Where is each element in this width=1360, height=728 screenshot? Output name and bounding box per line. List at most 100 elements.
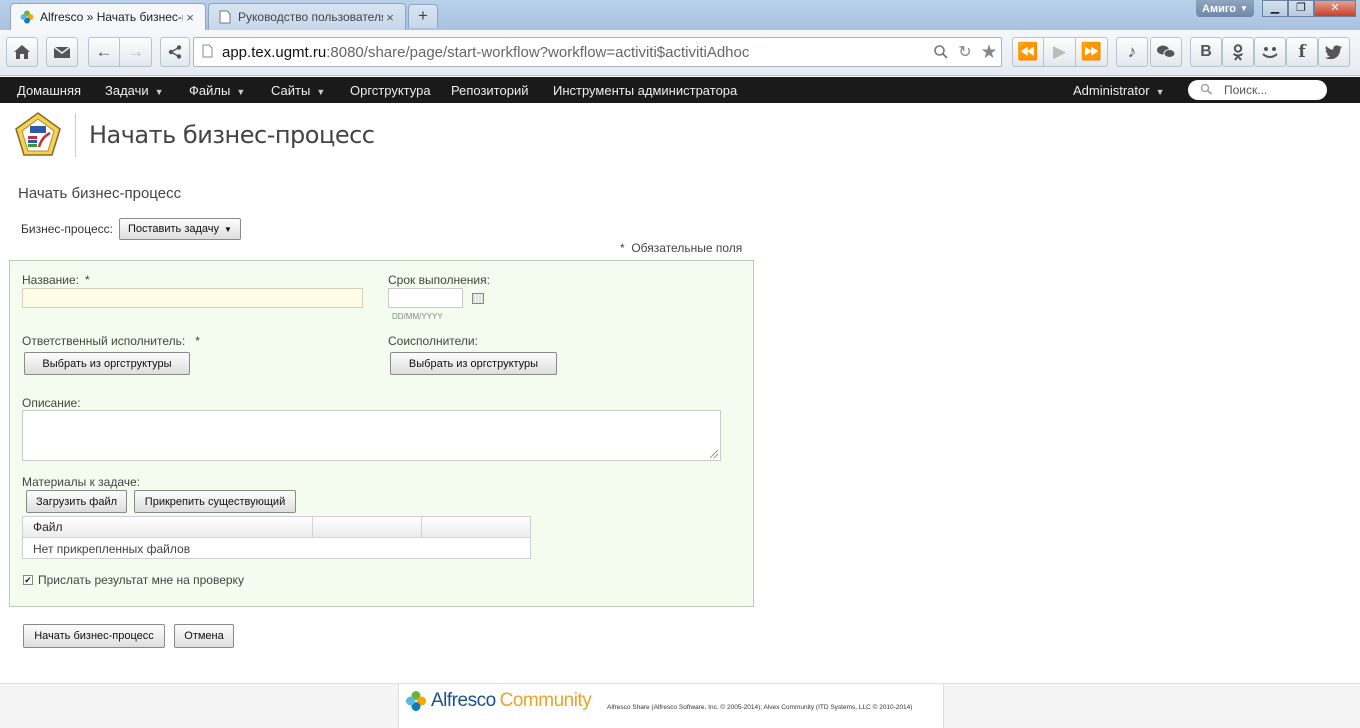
music-note-icon[interactable]: ♪ bbox=[1116, 37, 1148, 67]
nav-item-tasks[interactable]: Задачи ▼ bbox=[105, 83, 164, 98]
mail-icon[interactable] bbox=[46, 37, 78, 67]
assignee-label: Ответственный исполнитель: * bbox=[22, 334, 200, 348]
nav-label: Репозиторий bbox=[451, 83, 529, 98]
nav-item-orgstructure[interactable]: Оргструктура bbox=[350, 83, 431, 98]
footer-logo-community: Community bbox=[499, 690, 592, 711]
nav-label: Оргструктура bbox=[350, 83, 431, 98]
tab-title: Руководство пользователя bbox=[238, 10, 383, 24]
bookmark-star-icon[interactable]: ★ bbox=[977, 40, 1001, 64]
review-checkbox[interactable]: ✔ bbox=[23, 575, 33, 585]
alfresco-community-logo[interactable]: Alfresco Community bbox=[405, 690, 592, 712]
forward-arrow-icon[interactable]: → bbox=[120, 37, 152, 67]
nav-item-repository[interactable]: Репозиторий bbox=[451, 83, 528, 98]
search-input[interactable]: Поиск... bbox=[1188, 80, 1327, 100]
caret-down-icon: ▼ bbox=[236, 87, 246, 97]
profile-menu[interactable]: Амиго ▼ bbox=[1196, 0, 1254, 17]
rewind-icon[interactable]: ⏪ bbox=[1012, 37, 1044, 67]
vk-icon[interactable]: B bbox=[1190, 37, 1222, 67]
review-checkbox-label[interactable]: Прислать результат мне на проверку bbox=[38, 573, 244, 587]
chat-bubbles-icon[interactable] bbox=[1150, 37, 1182, 67]
app-nav-bar: Домашняя Задачи ▼ Файлы ▼ Сайты ▼ Оргструкт… bbox=[0, 77, 1360, 103]
workflow-type-dropdown[interactable]: Поставить задачу ▼ bbox=[118, 218, 241, 240]
coexecutors-select-button[interactable]: Выбрать из оргструктуры bbox=[390, 352, 557, 375]
resize-handle-icon[interactable] bbox=[710, 450, 718, 458]
odnoklassniki-icon[interactable] bbox=[1222, 37, 1254, 67]
user-name: Administrator bbox=[1073, 83, 1150, 98]
nav-item-sites[interactable]: Сайты ▼ bbox=[271, 83, 325, 98]
tab-close-icon[interactable]: × bbox=[183, 10, 197, 25]
coexecutors-label: Соисполнители: bbox=[388, 334, 478, 348]
browser-tab-bar: Alfresco » Начать бизнес-п × Руководство… bbox=[0, 0, 1360, 30]
workflow-selected-value: Поставить задачу bbox=[127, 223, 220, 235]
description-textarea[interactable] bbox=[22, 410, 721, 461]
start-workflow-button[interactable]: Начать бизнес-процесс bbox=[23, 624, 165, 648]
assignee-label-text: Ответственный исполнитель: bbox=[22, 334, 186, 348]
search-placeholder: Поиск... bbox=[1224, 83, 1268, 97]
column-header-file[interactable]: Файл bbox=[23, 517, 313, 537]
calendar-icon[interactable] bbox=[472, 293, 484, 304]
date-format-hint: DD/MM/YYYY bbox=[392, 312, 443, 321]
document-icon bbox=[217, 9, 233, 25]
back-arrow-icon[interactable]: ← bbox=[88, 37, 120, 67]
alfresco-favicon-icon bbox=[19, 9, 35, 25]
workflow-label: Бизнес-процесс: bbox=[21, 222, 113, 236]
home-icon[interactable] bbox=[6, 37, 38, 67]
required-mark: * bbox=[195, 334, 200, 348]
required-mark: * bbox=[84, 273, 90, 287]
play-icon[interactable]: ▶ bbox=[1044, 37, 1076, 67]
search-icon[interactable] bbox=[929, 40, 953, 64]
caret-down-icon: ▼ bbox=[316, 87, 326, 97]
description-label: Описание: bbox=[22, 396, 81, 410]
nav-item-home[interactable]: Домашняя bbox=[17, 83, 81, 98]
caret-down-icon: ▼ bbox=[154, 87, 164, 97]
nav-item-files[interactable]: Файлы ▼ bbox=[189, 83, 245, 98]
share-icon[interactable] bbox=[160, 37, 190, 67]
twitter-icon[interactable] bbox=[1318, 37, 1350, 67]
nav-label: Домашняя bbox=[17, 83, 82, 98]
restore-icon[interactable]: ❐ bbox=[1288, 0, 1314, 17]
minimize-icon[interactable]: ▁ bbox=[1262, 0, 1288, 17]
name-label-text: Название: bbox=[22, 273, 79, 287]
reload-icon[interactable]: ↻ bbox=[953, 40, 977, 64]
browser-tab[interactable]: Руководство пользователя × bbox=[208, 3, 406, 30]
close-icon[interactable]: ✕ bbox=[1314, 0, 1356, 17]
fast-forward-icon[interactable]: ⏩ bbox=[1076, 37, 1108, 67]
required-mark: * bbox=[620, 241, 625, 255]
facebook-icon[interactable]: f bbox=[1286, 37, 1318, 67]
browser-tab-active[interactable]: Alfresco » Начать бизнес-п × bbox=[10, 3, 206, 30]
search-icon bbox=[1200, 83, 1214, 98]
column-header[interactable] bbox=[422, 517, 530, 537]
assignee-select-button[interactable]: Выбрать из оргструктуры bbox=[24, 352, 190, 375]
address-bar[interactable]: app.tex.ugmt.ru:8080/share/page/start-wo… bbox=[193, 37, 1002, 67]
nav-label: Инструменты администратора bbox=[553, 83, 738, 98]
url-text[interactable]: app.tex.ugmt.ru:8080/share/page/start-wo… bbox=[222, 44, 929, 61]
footer-logo-alfresco: Alfresco bbox=[431, 690, 496, 711]
chevron-down-icon: ▼ bbox=[1240, 4, 1248, 13]
form-panel: Название: * Срок выполнения: DD/MM/YYYY О… bbox=[9, 260, 754, 607]
column-header[interactable] bbox=[313, 517, 422, 537]
new-tab-button[interactable]: + bbox=[408, 4, 438, 28]
tab-title: Alfresco » Начать бизнес-п bbox=[40, 10, 183, 24]
attachments-table: Файл Нет прикрепленных файлов bbox=[22, 516, 531, 559]
moi-mir-icon[interactable] bbox=[1254, 37, 1286, 67]
user-menu[interactable]: Administrator ▼ bbox=[1073, 83, 1165, 98]
page-title: Начать бизнес-процесс bbox=[89, 121, 375, 149]
nav-item-admin-tools[interactable]: Инструменты администратора bbox=[553, 83, 737, 98]
brand-divider bbox=[75, 113, 76, 157]
nav-label: Сайты bbox=[271, 83, 311, 98]
window-controls: ▁ ❐ ✕ bbox=[1262, 0, 1356, 17]
name-field[interactable] bbox=[22, 288, 363, 308]
brand-bar: Начать бизнес-процесс bbox=[0, 103, 1360, 165]
due-date-field[interactable] bbox=[388, 288, 463, 308]
page-icon bbox=[202, 44, 222, 61]
url-host: app.tex.ugmt.ru bbox=[222, 43, 327, 61]
materials-label: Материалы к задаче: bbox=[22, 475, 141, 489]
attach-existing-button[interactable]: Прикрепить существующий bbox=[134, 490, 296, 513]
profile-name: Амиго bbox=[1202, 2, 1236, 15]
university-logo bbox=[14, 111, 62, 159]
upload-file-button[interactable]: Загрузить файл bbox=[26, 490, 127, 513]
cancel-button[interactable]: Отмена bbox=[174, 624, 234, 648]
browser-toolbar: ← → app.tex.ugmt.ru:8080/share/page/star… bbox=[0, 30, 1360, 76]
table-header: Файл bbox=[23, 517, 530, 538]
tab-close-icon[interactable]: × bbox=[383, 10, 397, 25]
